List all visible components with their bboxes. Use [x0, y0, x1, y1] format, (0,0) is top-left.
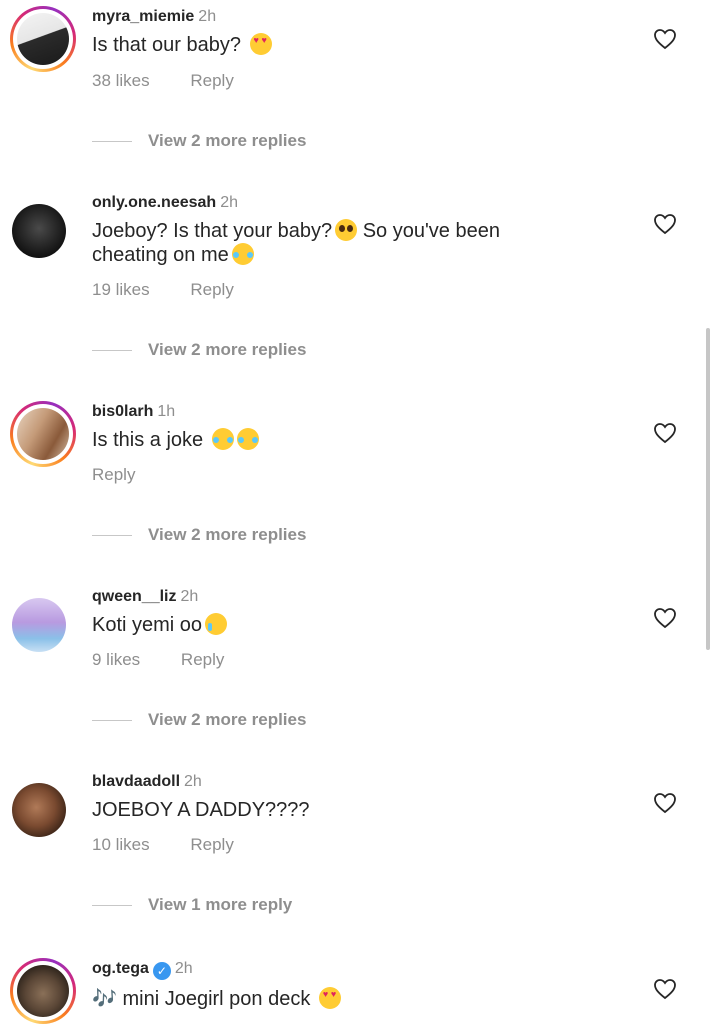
view-more-replies[interactable]: View 2 more replies — [92, 525, 306, 545]
comment-text-content: cheating on me — [92, 244, 229, 266]
divider-line — [92, 905, 132, 907]
comment-text: Koti yemi oo — [92, 613, 562, 637]
heart-eyes-emoji — [249, 33, 272, 55]
avatar[interactable] — [17, 13, 69, 65]
verified-badge-icon: ✓ — [152, 962, 171, 980]
comment-text: 🎶 mini Joegirl pon deck — [92, 987, 562, 1011]
avatar-story-ring[interactable] — [10, 6, 76, 72]
view-more-replies[interactable]: View 1 more reply — [92, 895, 292, 915]
reply-button[interactable]: Reply — [92, 465, 135, 484]
comment-text-content: mini Joegirl pon deck — [122, 988, 311, 1010]
comment-time: 2h — [198, 8, 217, 25]
comment-time: 2h — [174, 960, 193, 977]
crying-face-emoji — [205, 613, 228, 635]
like-heart-icon[interactable] — [653, 213, 677, 235]
like-heart-icon[interactable] — [653, 28, 677, 50]
view-more-label[interactable]: View 2 more replies — [148, 525, 306, 544]
avatar-story-ring[interactable] — [10, 958, 76, 1024]
music-notes-emoji: 🎶 — [92, 988, 117, 1010]
like-heart-icon[interactable] — [653, 607, 677, 629]
view-more-label[interactable]: View 2 more replies — [148, 131, 306, 150]
comment-time: 2h — [180, 588, 199, 605]
avatar[interactable] — [17, 965, 69, 1017]
like-heart-icon[interactable] — [653, 978, 677, 1000]
divider-line — [92, 720, 132, 722]
likes-count[interactable]: 38 likes — [92, 71, 150, 90]
reply-button[interactable]: Reply — [190, 280, 233, 299]
comment-text-content: So you've been — [362, 220, 500, 242]
comment-text-content: Koti yemi oo — [92, 614, 203, 636]
likes-count[interactable]: 9 likes — [92, 650, 140, 669]
scrollbar[interactable] — [706, 328, 710, 650]
comment-username[interactable]: blavdaadoll — [92, 773, 180, 790]
view-more-replies[interactable]: View 2 more replies — [92, 131, 306, 151]
view-more-replies[interactable]: View 2 more replies — [92, 340, 306, 360]
comment-time: 1h — [157, 403, 176, 420]
comment-username[interactable]: only.one.neesah — [92, 194, 216, 211]
reply-button[interactable]: Reply — [190, 71, 233, 90]
tears-of-joy-emoji — [231, 243, 254, 265]
avatar[interactable] — [17, 408, 69, 460]
like-heart-icon[interactable] — [653, 792, 677, 814]
heart-eyes-emoji — [318, 987, 341, 1009]
reply-button[interactable]: Reply — [190, 835, 233, 854]
avatar[interactable] — [12, 598, 66, 652]
comment-username[interactable]: myra_miemie — [92, 8, 194, 25]
comment-time: 2h — [220, 194, 238, 211]
view-more-label[interactable]: View 1 more reply — [148, 895, 292, 914]
divider-line — [92, 350, 132, 352]
divider-line — [92, 141, 132, 143]
avatar[interactable] — [12, 204, 66, 258]
likes-count[interactable]: 10 likes — [92, 835, 150, 854]
comment-text: Is this a joke — [92, 428, 562, 452]
like-heart-icon[interactable] — [653, 422, 677, 444]
comment-text: Joeboy? Is that your baby? So you've bee… — [92, 219, 562, 267]
avatar-story-ring[interactable] — [10, 401, 76, 467]
comment-text: Is that our baby? — [92, 33, 562, 57]
view-more-replies[interactable]: View 2 more replies — [92, 710, 306, 730]
comment-username[interactable]: bis0larh — [92, 403, 153, 420]
view-more-label[interactable]: View 2 more replies — [148, 340, 306, 359]
comment-text-content: Is that our baby? — [92, 34, 241, 56]
reply-button[interactable]: Reply — [181, 650, 224, 669]
comment-text-content: Joeboy? Is that your baby? — [92, 220, 333, 242]
comment-text: JOEBOY A DADDY???? — [92, 798, 562, 822]
comment-time: 2h — [184, 773, 202, 790]
likes-count[interactable]: 19 likes — [92, 280, 150, 299]
avatar[interactable] — [12, 783, 66, 837]
divider-line — [92, 535, 132, 537]
comment-text-content: JOEBOY A DADDY???? — [92, 799, 310, 821]
comment-username[interactable]: qween__liz — [92, 588, 176, 605]
tears-of-joy-emoji — [211, 428, 234, 450]
pleading-face-emoji — [335, 219, 358, 241]
comment-username[interactable]: og.tega — [92, 960, 149, 977]
tears-of-joy-emoji — [236, 428, 259, 450]
view-more-label[interactable]: View 2 more replies — [148, 710, 306, 729]
comment-text-content: Is this a joke — [92, 429, 204, 451]
